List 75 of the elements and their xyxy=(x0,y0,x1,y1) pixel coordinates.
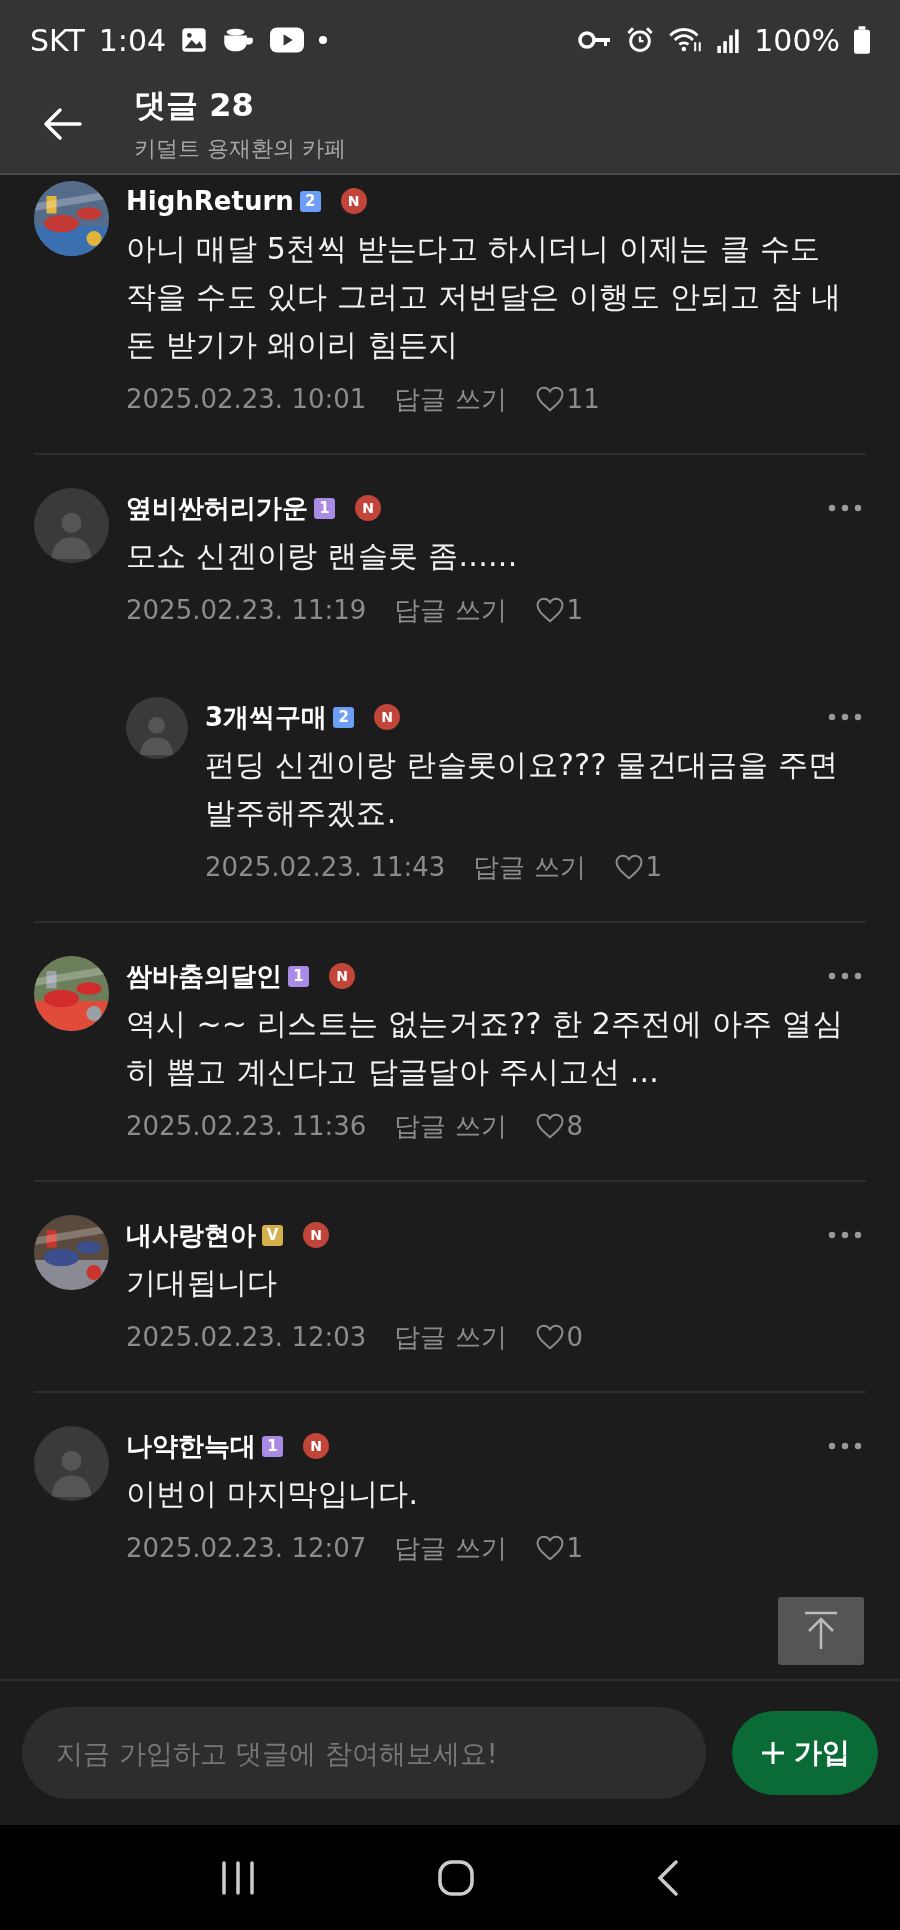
comment-date: 2025.02.23. 11:36 xyxy=(126,1111,367,1141)
reply-link[interactable]: 답글 쓰기 xyxy=(394,381,507,417)
scroll-top-button[interactable] xyxy=(778,1597,864,1665)
video-play-icon xyxy=(270,27,305,53)
comment-input-field[interactable]: 지금 가입하고 댓글에 참여해보세요! xyxy=(22,1707,706,1799)
signal-icon xyxy=(716,27,741,53)
heart-icon xyxy=(534,1534,565,1562)
level-badge: 1 xyxy=(262,1435,283,1457)
comment-text: 이번이 마지막입니다. xyxy=(126,1475,420,1513)
comment-text: 펀딩 신겐이랑 란슬롯이요??? 물건대금을 주면 발주해주겠죠. xyxy=(205,746,840,832)
level-badge: 2 xyxy=(333,706,355,728)
heart-icon xyxy=(534,596,565,624)
comment-date: 2025.02.23. 10:01 xyxy=(126,384,367,414)
new-badge: N xyxy=(374,704,401,730)
new-badge: N xyxy=(303,1222,329,1248)
author-name: 쌈바춤의달인 xyxy=(126,959,282,993)
recent-apps-icon xyxy=(220,1860,257,1895)
author-name: 3개씩구매 xyxy=(205,700,328,734)
comment-text: 역시 ~~ 리스트는 없는거죠?? 한 2주전에 아주 열심히 뽑고 계신다고 답글달아 주시고선 ... xyxy=(126,1005,844,1091)
arrow-up-to-top-icon xyxy=(803,1611,839,1651)
key-icon xyxy=(578,30,613,50)
more-icon xyxy=(828,972,862,980)
more-icon xyxy=(828,504,862,512)
wifi-icon xyxy=(668,26,703,54)
reply-link[interactable]: 답글 쓰기 xyxy=(473,849,586,885)
author-name: 내사랑현아 xyxy=(126,1218,256,1252)
new-badge: N xyxy=(355,495,381,521)
comment-date: 2025.02.23. 12:03 xyxy=(126,1322,367,1352)
new-badge: N xyxy=(303,1433,329,1459)
author-name: HighReturn xyxy=(126,186,294,216)
heart-icon xyxy=(534,385,565,413)
more-icon xyxy=(828,1442,862,1450)
new-badge: N xyxy=(340,188,367,214)
back-arrow-icon xyxy=(42,106,82,141)
heart-icon xyxy=(534,1112,565,1140)
like-button[interactable]: 8 xyxy=(534,1111,584,1141)
comment-date: 2025.02.23. 12:07 xyxy=(126,1533,367,1563)
like-button[interactable]: 1 xyxy=(534,595,584,625)
author-name: 나약한늑대 xyxy=(126,1429,256,1463)
cafe-name: 키덜트 용재환의 카페 xyxy=(134,134,346,163)
plus-icon xyxy=(760,1740,786,1766)
more-icon xyxy=(828,1231,862,1239)
like-button[interactable]: 11 xyxy=(534,384,600,414)
image-icon xyxy=(180,26,209,54)
reply-link[interactable]: 답글 쓰기 xyxy=(394,1319,507,1355)
home-icon xyxy=(437,1858,475,1897)
heart-icon xyxy=(534,1323,565,1351)
battery-percent: 100% xyxy=(754,22,840,58)
more-icon xyxy=(828,713,862,721)
like-button[interactable]: 1 xyxy=(613,852,663,882)
reply-link[interactable]: 답글 쓰기 xyxy=(394,1108,507,1144)
comment-text: 아니 매달 5천씩 받는다고 하시더니 이제는 클 수도 작을 수도 있다 그러고 저번달은 이행도 안되고 참 내돈 받기가 왜이리 힘든지 xyxy=(126,230,842,364)
level-badge: 1 xyxy=(288,965,309,987)
level-badge: 1 xyxy=(314,497,335,519)
carrier: SKT xyxy=(30,22,85,58)
back-chevron-icon xyxy=(655,1858,680,1897)
join-button[interactable]: 가입 xyxy=(732,1711,878,1795)
battery-icon xyxy=(854,26,870,54)
page-title: 댓글 28 xyxy=(134,84,255,126)
alarm-icon xyxy=(626,26,655,54)
reply-link[interactable]: 답글 쓰기 xyxy=(394,592,507,628)
heart-icon xyxy=(613,853,644,881)
new-badge: N xyxy=(329,963,355,989)
author-name: 옆비싼허리가운 xyxy=(126,491,308,525)
like-button[interactable]: 0 xyxy=(534,1322,584,1352)
notification-dot-icon xyxy=(318,35,329,45)
comment-date: 2025.02.23. 11:43 xyxy=(205,852,446,882)
like-button[interactable]: 1 xyxy=(534,1533,584,1563)
level-badge: V xyxy=(262,1224,283,1246)
level-badge: 2 xyxy=(299,190,321,212)
comment-text: 모쇼 신겐이랑 랜슬롯 좀...... xyxy=(126,537,519,575)
reply-link[interactable]: 답글 쓰기 xyxy=(394,1530,507,1566)
comment-date: 2025.02.23. 11:19 xyxy=(126,595,367,625)
clock: 1:04 xyxy=(98,22,167,58)
comment-text: 기대됩니다 xyxy=(126,1264,279,1302)
